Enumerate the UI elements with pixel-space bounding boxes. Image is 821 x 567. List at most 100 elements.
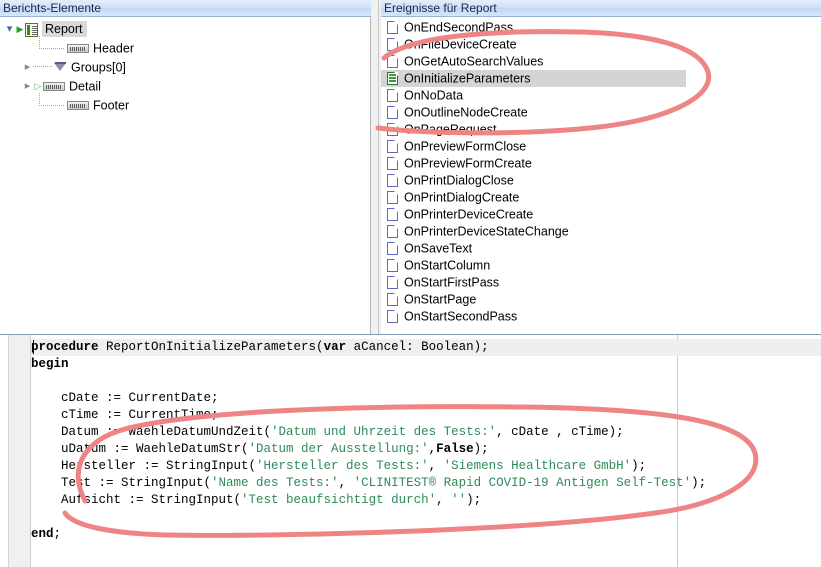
event-page-icon xyxy=(387,276,398,290)
code-line[interactable]: begin xyxy=(31,356,821,373)
tree-item-groups[interactable]: ▸ Groups[0] xyxy=(0,58,370,77)
code-line[interactable]: cDate := CurrentDate; xyxy=(31,390,821,407)
event-list-item[interactable]: OnStartPage xyxy=(381,291,821,308)
events-header: Ereignisse für Report xyxy=(381,0,821,17)
event-page-icon xyxy=(387,106,398,120)
event-page-icon xyxy=(387,123,398,137)
event-list-item[interactable]: OnPrintDialogCreate xyxy=(381,189,821,206)
report-elements-panel: Berichts-Elemente ▾ ▶ Report Header ▸ Group… xyxy=(0,0,371,334)
tree-item-label: Footer xyxy=(93,98,130,113)
code-text[interactable]: procedure ReportOnInitializeParameters(v… xyxy=(31,339,821,567)
event-list-item[interactable]: OnEndSecondPass xyxy=(381,19,821,36)
code-line[interactable]: Hersteller := StringInput('Hersteller de… xyxy=(31,458,821,475)
tree-item-label: Header xyxy=(93,41,134,56)
event-list-item[interactable]: OnStartSecondPass xyxy=(381,308,821,325)
tree-item-label: Detail xyxy=(69,79,101,94)
event-list-item-label: OnPreviewFormClose xyxy=(404,139,527,154)
event-list-item-label: OnStartSecondPass xyxy=(404,309,518,324)
tree-item-footer[interactable]: Footer xyxy=(0,93,370,115)
panel-splitter-line xyxy=(378,0,379,334)
band-icon xyxy=(43,82,65,92)
tree-connector xyxy=(33,93,67,112)
event-list-item-label: OnEndSecondPass xyxy=(404,20,514,35)
event-page-icon xyxy=(387,191,398,205)
event-list-item[interactable]: OnPrinterDeviceCreate xyxy=(381,206,821,223)
event-page-icon xyxy=(387,21,398,35)
chevron-right-icon[interactable]: ▸ xyxy=(22,58,33,77)
band-icon xyxy=(67,44,89,54)
event-list-item[interactable]: OnGetAutoSearchValues xyxy=(381,53,821,70)
event-list-item-label: OnPrinterDeviceStateChange xyxy=(404,224,569,239)
code-line[interactable]: Test := StringInput('Name des Tests:', '… xyxy=(31,475,821,492)
band-icon xyxy=(67,101,89,111)
chevron-right-icon[interactable]: ▸ xyxy=(22,77,33,96)
event-list-item[interactable]: OnPrinterDeviceStateChange xyxy=(381,223,821,240)
report-icon xyxy=(25,22,38,37)
report-elements-header: Berichts-Elemente xyxy=(0,0,371,17)
event-page-icon xyxy=(387,208,398,222)
code-line[interactable]: Datum := WaehleDatumUndZeit('Datum und U… xyxy=(31,424,821,441)
group-icon xyxy=(54,61,67,74)
tree-item-header[interactable]: Header xyxy=(0,36,370,58)
event-list-item[interactable]: OnSaveText xyxy=(381,240,821,257)
event-list-item-label: OnGetAutoSearchValues xyxy=(404,54,544,69)
play-triangle-outline-icon[interactable]: ▷ xyxy=(33,77,43,96)
report-tree: ▾ ▶ Report Header ▸ Groups[0] ▸ ▷ Detail Foot… xyxy=(0,20,370,115)
play-triangle-icon[interactable]: ▶ xyxy=(15,20,25,39)
tree-item-label: Report xyxy=(42,21,87,38)
event-list-item[interactable]: OnNoData xyxy=(381,87,821,104)
event-list-item-label: OnPrintDialogCreate xyxy=(404,190,520,205)
code-line[interactable]: end; xyxy=(31,526,821,543)
top-area: Berichts-Elemente ▾ ▶ Report Header ▸ Group… xyxy=(0,0,821,334)
event-list-item[interactable]: OnPrintDialogClose xyxy=(381,172,821,189)
event-list-item[interactable]: OnPageRequest xyxy=(381,121,821,138)
tree-connector xyxy=(33,66,53,68)
event-list-item-label: OnFileDeviceCreate xyxy=(404,37,517,52)
event-list-item-label: OnOutlineNodeCreate xyxy=(404,105,528,120)
event-list-item[interactable]: OnPreviewFormClose xyxy=(381,138,821,155)
code-line[interactable] xyxy=(31,509,821,526)
event-page-icon xyxy=(387,157,398,171)
event-page-icon xyxy=(387,55,398,69)
code-line[interactable] xyxy=(31,373,821,390)
event-list-item[interactable]: OnPreviewFormCreate xyxy=(381,155,821,172)
event-list-item[interactable]: OnStartFirstPass xyxy=(381,274,821,291)
event-list-item[interactable]: OnFileDeviceCreate xyxy=(381,36,821,53)
tree-item-report[interactable]: ▾ ▶ Report xyxy=(0,20,370,39)
event-list-item[interactable]: OnStartColumn xyxy=(381,257,821,274)
editor-gutter xyxy=(0,335,31,567)
event-page-icon xyxy=(387,225,398,239)
event-page-icon xyxy=(387,89,398,103)
code-line[interactable]: uDatum := WaehleDatumStr('Datum der Auss… xyxy=(31,441,821,458)
chevron-down-icon[interactable]: ▾ xyxy=(4,20,15,39)
event-page-icon xyxy=(387,174,398,188)
code-line[interactable]: Aufsicht := StringInput('Test beaufsicht… xyxy=(31,492,821,509)
event-list-item-label: OnPrintDialogClose xyxy=(404,173,514,188)
event-page-icon xyxy=(387,293,398,307)
text-caret xyxy=(33,340,34,354)
editor-gutter-margin xyxy=(0,335,9,567)
tree-item-detail[interactable]: ▸ ▷ Detail xyxy=(0,77,370,96)
event-page-icon xyxy=(387,242,398,256)
panel-splitter[interactable] xyxy=(371,0,381,334)
code-line[interactable]: procedure ReportOnInitializeParameters(v… xyxy=(31,339,821,356)
code-line[interactable]: cTime := CurrentTime; xyxy=(31,407,821,424)
event-list-item-label: OnPreviewFormCreate xyxy=(404,156,532,171)
report-elements-body: ▾ ▶ Report Header ▸ Groups[0] ▸ ▷ Detail Foot… xyxy=(0,17,371,334)
tree-item-label: Groups[0] xyxy=(71,60,126,75)
event-assigned-icon xyxy=(387,72,398,86)
event-list: OnEndSecondPass OnFileDeviceCreate OnGetAu… xyxy=(381,19,821,325)
event-list-item-label: OnStartFirstPass xyxy=(404,275,500,290)
events-panel: Ereignisse für Report OnEndSecondPass OnF… xyxy=(381,0,821,334)
event-page-icon xyxy=(387,38,398,52)
events-body: OnEndSecondPass OnFileDeviceCreate OnGetAu… xyxy=(381,17,821,334)
code-editor[interactable]: procedure ReportOnInitializeParameters(v… xyxy=(0,334,821,567)
event-list-item-label: OnNoData xyxy=(404,88,464,103)
event-page-icon xyxy=(387,259,398,273)
event-list-item[interactable]: OnInitializeParameters xyxy=(381,70,686,87)
event-page-icon xyxy=(387,310,398,324)
event-list-item[interactable]: OnOutlineNodeCreate xyxy=(381,104,821,121)
event-list-item-label: OnStartPage xyxy=(404,292,477,307)
tree-connector xyxy=(33,36,67,55)
event-page-icon xyxy=(387,140,398,154)
